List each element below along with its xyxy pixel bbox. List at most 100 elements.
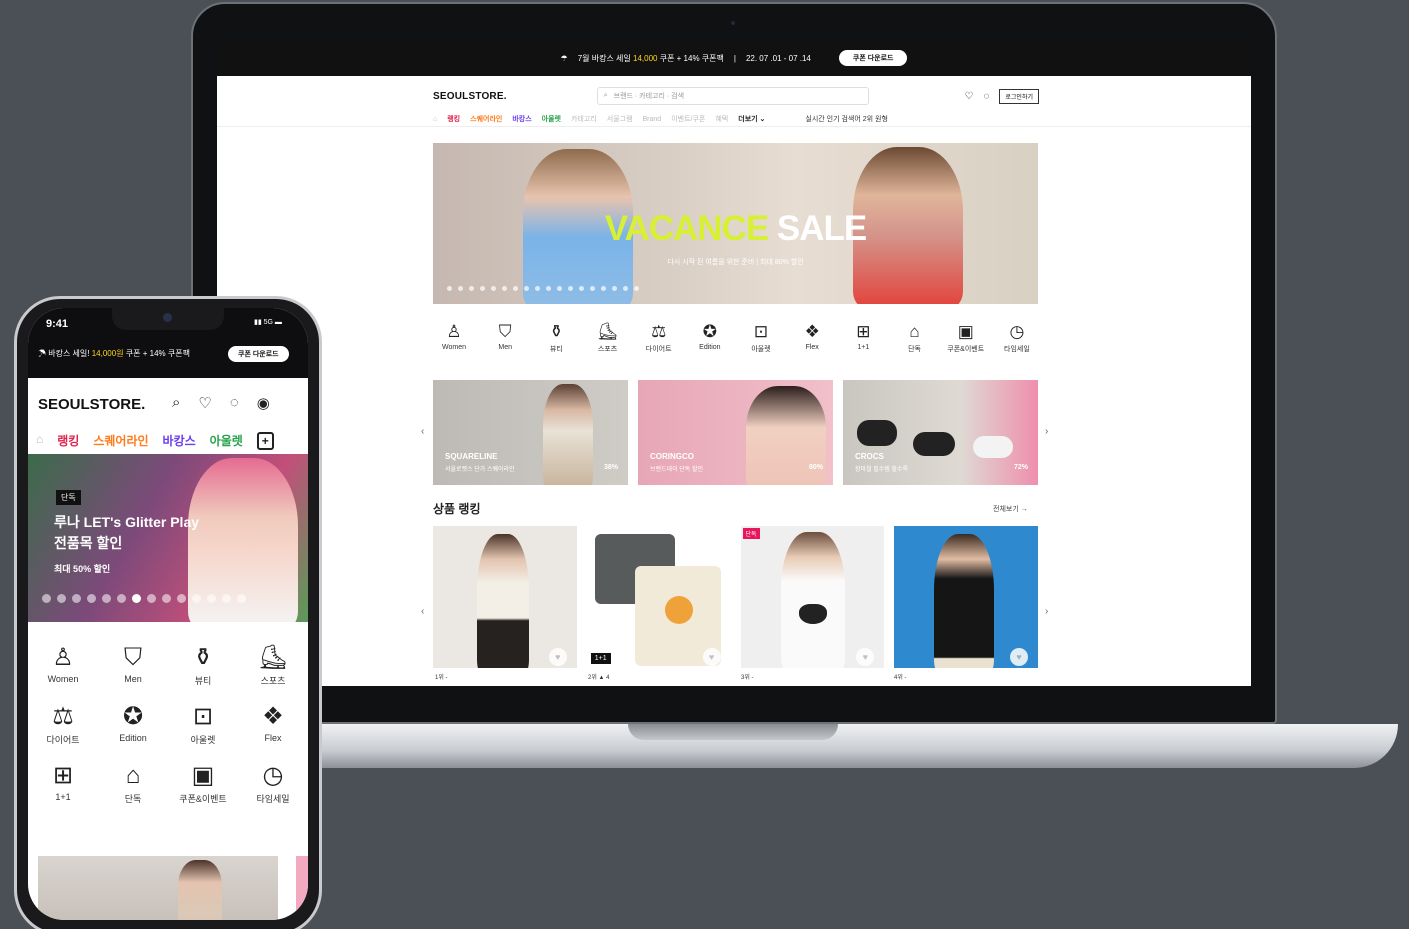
category-men[interactable]: ⛉ Men bbox=[98, 642, 168, 687]
mobile-hero-banner[interactable]: 단독 루나 LET's Glitter Play 전품목 할인 최대 50% 할… bbox=[28, 454, 308, 622]
category-women[interactable]: ♙ Women bbox=[433, 320, 475, 354]
brand-carousel: SQUARELINE 서울로켓스 단가 스퀘어라인 38% CORINGCO 브랜드데… bbox=[433, 380, 1038, 485]
category-sports[interactable]: ⛸ 스포츠 bbox=[238, 642, 308, 687]
view-all-link[interactable]: 전체보기 → bbox=[993, 504, 1028, 514]
dress-icon: ♙ bbox=[446, 322, 462, 341]
chevron-left-icon[interactable]: ‹ bbox=[421, 606, 424, 617]
category-outlet[interactable]: ⊡ 아울렛 bbox=[168, 701, 238, 746]
promo-text: 7월 바캉스 세일 14,000 쿠폰 + 14% 쿠폰팩 bbox=[577, 53, 724, 63]
product-preview-image[interactable] bbox=[38, 856, 278, 920]
nav-item-vacance[interactable]: 바캉스 bbox=[163, 432, 196, 450]
cosmetics-icon: ⚱ bbox=[549, 322, 564, 341]
chevron-right-icon[interactable]: › bbox=[1045, 426, 1048, 437]
nav-item-outlet[interactable]: 아울렛 bbox=[210, 432, 243, 450]
nav-item-seoulgram[interactable]: 서울그램 bbox=[607, 114, 633, 124]
brand-card[interactable]: CORINGCO 브랜드데이 단독 할인 80% bbox=[638, 380, 833, 485]
carousel-dots[interactable] bbox=[42, 594, 246, 603]
nav-more[interactable]: 더보기 ⌄ bbox=[738, 114, 765, 124]
coupon-download-button[interactable]: 쿠폰 다운로드 bbox=[838, 50, 908, 66]
heart-icon[interactable]: ♥ bbox=[856, 648, 875, 666]
category-diet[interactable]: ⚖ 다이어트 bbox=[638, 320, 680, 354]
chevron-right-icon[interactable]: › bbox=[1045, 606, 1048, 617]
carousel-dots[interactable] bbox=[447, 286, 639, 291]
product-preview-image[interactable] bbox=[296, 856, 308, 920]
site-logo[interactable]: SEOULSTORE. bbox=[38, 396, 145, 413]
front-camera bbox=[163, 313, 172, 322]
status-bar: 9:41 ▮▮ 5G ▬ ☂ 바캉스 세일! 14,000원 쿠폰 + 14% … bbox=[28, 308, 308, 378]
site-logo[interactable]: SEOULSTORE. bbox=[433, 91, 507, 102]
category-beauty[interactable]: ⚱ 뷰티 bbox=[535, 320, 577, 354]
plus-icon[interactable]: + bbox=[256, 432, 274, 450]
nav-item-squareline[interactable]: 스퀘어라인 bbox=[93, 432, 148, 450]
category-coupon[interactable]: ▣ 쿠폰&이벤트 bbox=[168, 760, 238, 805]
cosmetics-icon: ⚱ bbox=[192, 644, 214, 671]
category-sports[interactable]: ⛸ 스포츠 bbox=[587, 320, 629, 354]
category-outlet[interactable]: ⊡ 아울렛 bbox=[740, 320, 782, 354]
product-card[interactable]: ♥ bbox=[433, 526, 577, 668]
category-timesale[interactable]: ◷ 타임세일 bbox=[996, 320, 1038, 354]
profile-icon[interactable]: ◉ bbox=[257, 394, 270, 412]
category-flex[interactable]: ❖ Flex bbox=[791, 320, 833, 354]
home-icon[interactable]: ⌂ bbox=[433, 116, 437, 123]
nav-item-event[interactable]: 이벤트/쿠폰 bbox=[671, 114, 705, 124]
nav-item-benefit[interactable]: 혜택 bbox=[715, 114, 728, 124]
scale-icon: ⚖ bbox=[651, 322, 667, 341]
heart-icon[interactable]: ♡ bbox=[198, 394, 211, 412]
category-timesale[interactable]: ◷ 타임세일 bbox=[238, 760, 308, 805]
search-input[interactable]: ⌕ 브랜드 · 카테고리 · 검색 bbox=[596, 87, 869, 105]
brand-card[interactable]: SQUARELINE 서울로켓스 단가 스퀘어라인 38% bbox=[433, 380, 628, 485]
nav-item-ranking[interactable]: 랭킹 bbox=[57, 432, 79, 450]
search-icon[interactable]: ⌕ bbox=[172, 394, 180, 412]
product-card[interactable]: 단독 ♥ bbox=[740, 526, 885, 668]
heart-icon[interactable]: ♡ bbox=[964, 91, 973, 102]
cart-icon[interactable]: ◌ bbox=[983, 91, 989, 102]
nav-item-vacance[interactable]: 바캉스 bbox=[512, 114, 531, 124]
heart-icon[interactable]: ♥ bbox=[548, 648, 567, 666]
badge-percent-icon: ✪ bbox=[122, 703, 144, 730]
laptop-camera bbox=[731, 21, 735, 25]
header-icons: ⌕ ♡ ◌ ◉ bbox=[172, 394, 270, 412]
chevron-left-icon[interactable]: ‹ bbox=[421, 426, 424, 437]
category-men[interactable]: ⛉ Men bbox=[484, 320, 526, 354]
realtime-search[interactable]: 실시간 인기 검색어 2위 원형 bbox=[805, 114, 888, 124]
coupon-download-button[interactable]: 쿠폰 다운로드 bbox=[228, 346, 289, 362]
rank-label: 2위 ▲ 4 bbox=[588, 675, 610, 681]
category-exclusive[interactable]: ⌂ 단독 bbox=[98, 760, 168, 805]
nav-item-brand[interactable]: Brand bbox=[643, 116, 662, 123]
heart-icon[interactable]: ♥ bbox=[702, 648, 721, 666]
category-edition[interactable]: ✪ Edition bbox=[689, 320, 731, 354]
nav-item-squareline[interactable]: 스퀘어라인 bbox=[470, 114, 502, 124]
nav-item-ranking[interactable]: 랭킹 bbox=[447, 114, 460, 124]
banner-subtitle: 다시 시작 된 여름을 위한 준비 | 최대 80% 할인 bbox=[667, 259, 804, 266]
status-time: 9:41 bbox=[46, 318, 69, 330]
cart-icon[interactable]: ◌ bbox=[230, 394, 239, 412]
nav-item-outlet[interactable]: 아울렛 bbox=[542, 114, 561, 124]
login-button[interactable]: 로그인하기 bbox=[999, 88, 1039, 104]
hero-banner[interactable]: VACANCE SALE 다시 시작 된 여름을 위한 준비 | 최대 80% … bbox=[433, 143, 1038, 304]
category-women[interactable]: ♙ Women bbox=[28, 642, 98, 687]
category-1plus1[interactable]: ⊞ 1+1 bbox=[28, 760, 98, 805]
category-exclusive[interactable]: ⌂ 단독 bbox=[894, 320, 936, 354]
category-coupon[interactable]: ▣ 쿠폰&이벤트 bbox=[945, 320, 987, 354]
product-ranking-list: ♥ 1+1 ♥ 단독 ♥ ♥ bbox=[433, 526, 1038, 668]
promo-date: 22. 07 .01 - 07 .14 bbox=[745, 53, 811, 63]
category-flex[interactable]: ❖ Flex bbox=[238, 701, 308, 746]
tag-icon: ⌂ bbox=[125, 762, 141, 789]
search-icon: ⌕ bbox=[603, 92, 608, 99]
product-card[interactable]: ♥ bbox=[894, 526, 1038, 668]
divider bbox=[217, 126, 1251, 127]
product-card[interactable]: 1+1 ♥ bbox=[586, 526, 731, 668]
mobile-category-grid: ♙ Women ⛉ Men ⚱ 뷰티 ⛸ 스포츠 ⚖ 다이어트 ✪ Edition ⊡ 아울렛… bbox=[28, 642, 308, 805]
signal-icon: ▮▮ 5G ▬ bbox=[254, 319, 282, 326]
category-edition[interactable]: ✪ Edition bbox=[98, 701, 168, 746]
site-header: SEOULSTORE. ⌕ 브랜드 · 카테고리 · 검색 ♡ ◌ 로그인하기 bbox=[433, 86, 1039, 106]
home-icon[interactable]: ⌂ bbox=[36, 432, 43, 450]
heart-icon[interactable]: ♥ bbox=[1010, 648, 1028, 666]
category-diet[interactable]: ⚖ 다이어트 bbox=[28, 701, 98, 746]
sneaker-icon: ⛸ bbox=[257, 644, 289, 671]
category-beauty[interactable]: ⚱ 뷰티 bbox=[168, 642, 238, 687]
brand-card[interactable]: CROCS 장마철 필수템 할수록 72% bbox=[843, 380, 1038, 485]
category-1plus1[interactable]: ⊞ 1+1 bbox=[842, 320, 884, 354]
nav-item-category[interactable]: 카테고리 bbox=[571, 114, 597, 124]
main-nav: ⌂ 랭킹 스퀘어라인 바캉스 아울렛 카테고리 서울그램 Brand 이벤트/쿠… bbox=[433, 112, 1039, 126]
